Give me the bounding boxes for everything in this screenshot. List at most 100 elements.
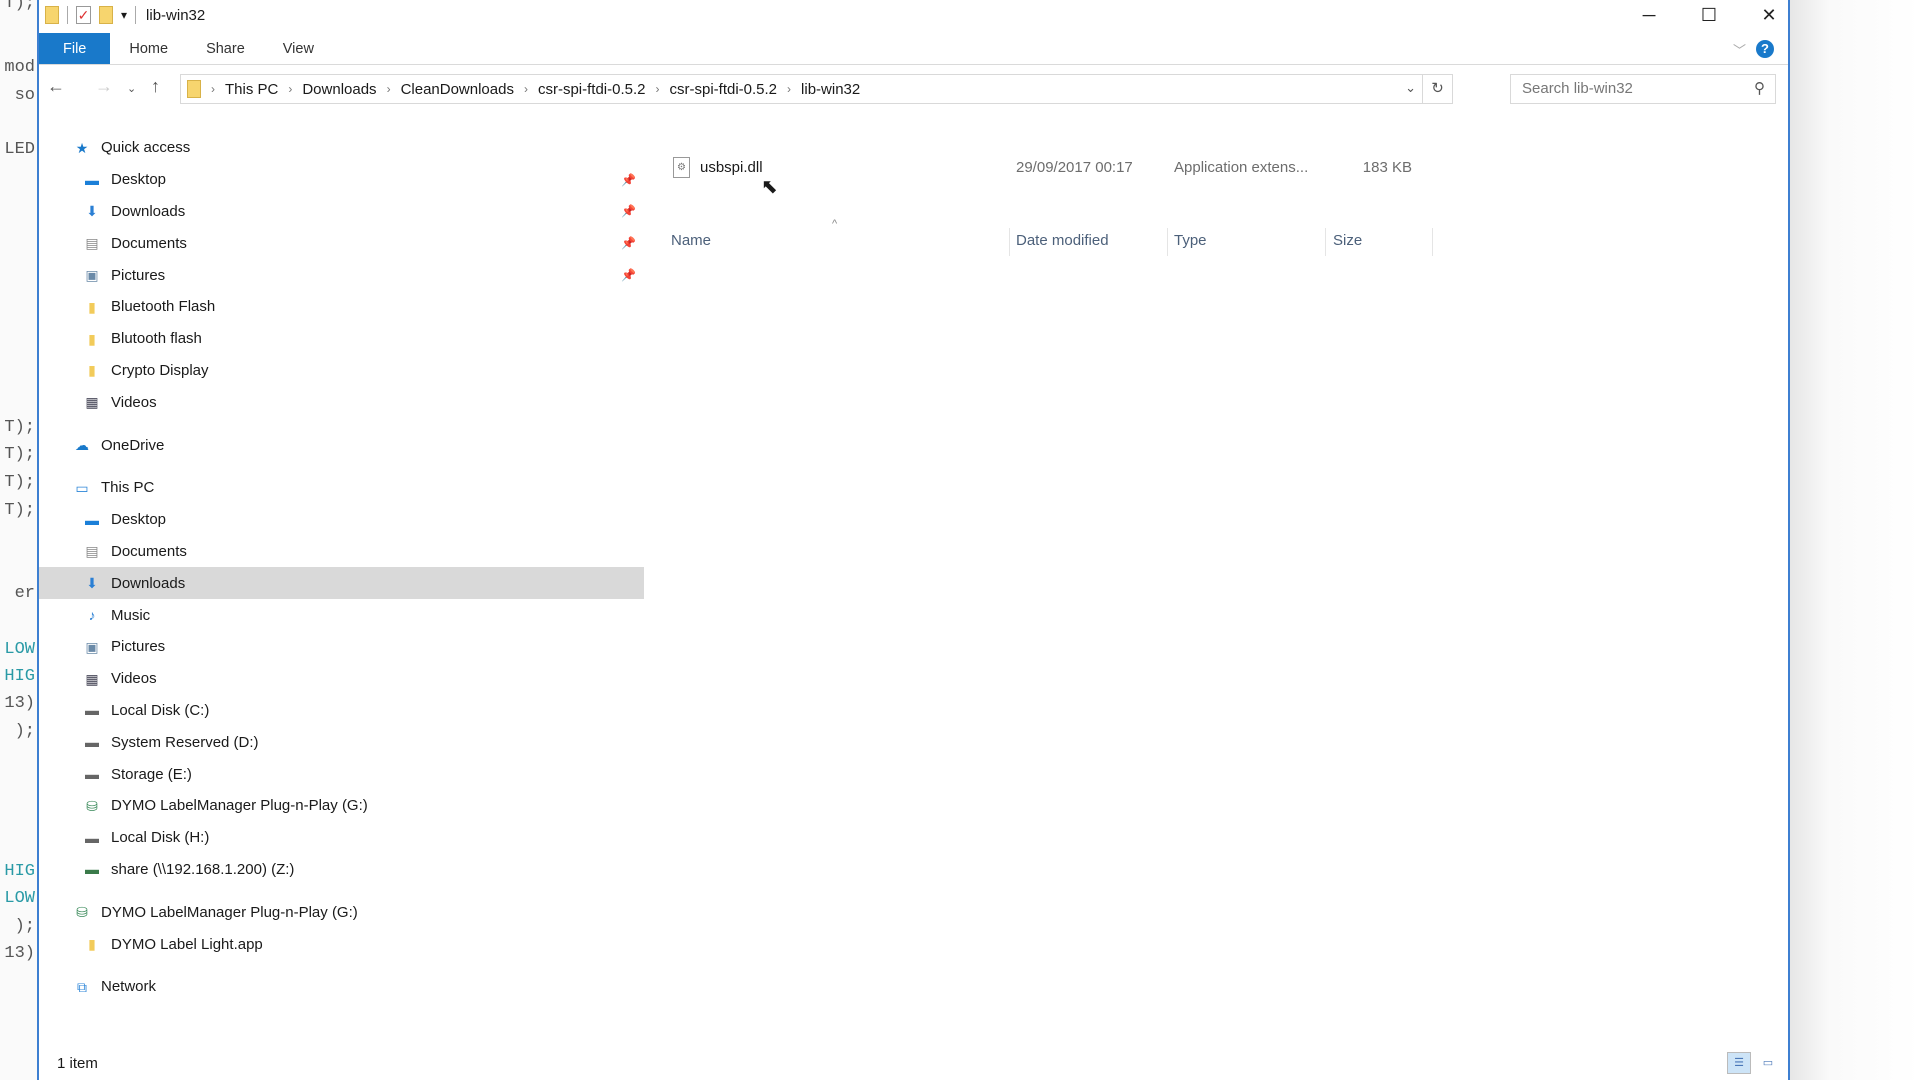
crumb[interactable]: CleanDownloads — [401, 81, 514, 98]
sidebar-item-label: Documents — [111, 542, 187, 560]
tab-view[interactable]: View — [264, 33, 333, 64]
maximize-button[interactable]: ☐ — [1679, 0, 1739, 30]
navigation-pane: ★ Quick access ▬ Desktop 📌 ⬇ Downloads 📌 ▤ Docume… — [39, 132, 644, 1003]
expand-ribbon-icon[interactable]: ﹀ — [1733, 40, 1746, 59]
code-line: er — [14, 584, 35, 603]
tab-home[interactable]: Home — [110, 33, 187, 64]
sidebar-item[interactable]: ▬ Local Disk (C:) — [39, 695, 644, 727]
sidebar-item[interactable]: ▬ Local Disk (H:) — [39, 822, 644, 854]
breadcrumb: › This PC › Downloads › CleanDownloads › cs… — [181, 80, 860, 98]
code-line: so — [14, 86, 35, 105]
address-bar[interactable]: › This PC › Downloads › CleanDownloads › cs… — [180, 74, 1453, 104]
sidebar-item[interactable]: ⛁ DYMO LabelManager Plug-n-Play (G:) — [39, 790, 644, 822]
sidebar-item[interactable]: ▮ Crypto Display — [39, 355, 644, 387]
column-headers: ^ Name Date modified Type Size — [644, 218, 1788, 258]
pin-icon[interactable]: 📌 — [621, 268, 636, 282]
sidebar-item[interactable]: ▮ DYMO Label Light.app — [39, 928, 644, 960]
sidebar-item[interactable]: ⬇ Downloads — [39, 567, 644, 600]
code-line: 13) — [4, 944, 35, 963]
sidebar-item[interactable]: ▣ Pictures 📌 — [39, 259, 644, 291]
sidebar-item[interactable]: ☁ OneDrive — [39, 429, 644, 461]
code-line: ); — [14, 722, 35, 741]
sidebar-item[interactable]: ▬ Desktop — [39, 504, 644, 536]
help-icon[interactable]: ? — [1756, 40, 1774, 58]
background-code-editor: T); T); T); T); er LOW HIG 13)); HIG LOW); 13) mod s… — [0, 0, 37, 1080]
download-icon: ⬇ — [86, 203, 98, 220]
pin-icon[interactable]: 📌 — [621, 204, 636, 218]
network-icon: ⧉ — [77, 978, 87, 995]
new-folder-icon[interactable] — [99, 6, 113, 24]
title-bar: ✓ ▾ lib-win32 ─ ☐ ✕ — [39, 0, 1788, 30]
minimize-button[interactable]: ─ — [1619, 0, 1679, 30]
details-view-button[interactable]: ☰ — [1727, 1052, 1751, 1074]
large-icons-view-button[interactable]: ▭ — [1756, 1052, 1780, 1074]
videos-icon: ▦ — [85, 670, 99, 687]
crumb[interactable]: csr-spi-ftdi-0.5.2 — [538, 81, 646, 98]
recent-locations-icon[interactable]: ⌄ — [127, 82, 136, 95]
code-line: T); — [4, 418, 35, 437]
search-input[interactable]: Search lib-win32 ⚲ — [1510, 74, 1776, 104]
tab-share[interactable]: Share — [187, 33, 264, 64]
folder-icon: ▮ — [88, 362, 96, 379]
sidebar-item[interactable]: ▤ Documents — [39, 536, 644, 568]
pin-icon[interactable]: 📌 — [621, 173, 636, 187]
sidebar-item-label: Desktop — [111, 511, 167, 529]
sidebar-item[interactable]: ♪ Music — [39, 599, 644, 631]
file-explorer-window: ✓ ▾ lib-win32 ─ ☐ ✕ File Home Share View… — [37, 0, 1790, 1080]
sidebar-item[interactable]: ▭ This PC — [39, 472, 644, 504]
column-name[interactable]: Name — [671, 224, 711, 258]
up-arrow-icon[interactable]: ↑ — [151, 76, 160, 97]
back-arrow-icon[interactable]: ← — [47, 76, 65, 97]
sidebar-item-label: Bluetooth Flash — [111, 298, 216, 316]
sidebar-item[interactable]: ▮ Blutooth flash — [39, 323, 644, 355]
pin-icon[interactable]: 📌 — [621, 236, 636, 250]
sidebar-item-label: Downloads — [111, 202, 186, 220]
close-button[interactable]: ✕ — [1739, 0, 1799, 30]
code-line: mod — [4, 58, 35, 77]
sidebar-item-label: Documents — [111, 234, 187, 252]
code-line: ); — [14, 917, 35, 936]
computer-icon: ▭ — [75, 479, 89, 496]
sidebar-item[interactable]: ▮ Bluetooth Flash — [39, 291, 644, 323]
sidebar-item-label: DYMO LabelManager Plug-n-Play (G:) — [111, 797, 368, 815]
crumb[interactable]: This PC — [225, 81, 278, 98]
folder-icon: ▮ — [88, 936, 96, 953]
sidebar-item[interactable]: ▣ Pictures — [39, 631, 644, 663]
file-name[interactable]: usbspi.dll — [700, 155, 763, 181]
properties-icon[interactable]: ✓ — [76, 6, 91, 24]
sidebar-item[interactable]: ⛁ DYMO LabelManager Plug-n-Play (G:) — [39, 896, 644, 928]
crumb[interactable]: lib-win32 — [801, 81, 860, 98]
column-type[interactable]: Type — [1174, 224, 1207, 258]
column-size[interactable]: Size — [1333, 224, 1362, 258]
sidebar-item[interactable]: ▤ Documents 📌 — [39, 227, 644, 259]
code-line: LOW — [4, 889, 35, 908]
sidebar-item[interactable]: ▬ Desktop 📌 — [39, 164, 644, 196]
sidebar-item[interactable]: ⬇ Downloads 📌 — [39, 196, 644, 228]
sidebar-item[interactable]: ▬ share (\\192.168.1.200) (Z:) — [39, 854, 644, 886]
sidebar-item[interactable]: ▬ System Reserved (D:) — [39, 726, 644, 758]
chevron-down-icon[interactable]: ⌄ — [1405, 80, 1416, 96]
sidebar-item-label: Pictures — [111, 266, 166, 284]
sidebar-item-label: DYMO LabelManager Plug-n-Play (G:) — [101, 903, 358, 921]
sidebar-item[interactable]: ▦ Videos — [39, 386, 644, 418]
tab-file[interactable]: File — [39, 33, 111, 64]
sidebar-item[interactable]: ▬ Storage (E:) — [39, 758, 644, 790]
sidebar-item[interactable]: ⧉ Network — [39, 971, 644, 1003]
cloud-icon: ☁ — [75, 437, 89, 454]
sidebar-item[interactable]: ★ Quick access — [39, 132, 644, 164]
column-date-modified[interactable]: Date modified — [1016, 224, 1109, 258]
sidebar-item-label: Crypto Display — [111, 361, 209, 379]
customize-quick-access-icon[interactable]: ▾ — [121, 8, 127, 22]
file-row[interactable]: ⚙ usbspi.dll 29/09/2017 00:17 Applicatio… — [644, 155, 1788, 181]
file-size: 183 KB — [1362, 159, 1412, 176]
refresh-icon[interactable]: ↻ — [1422, 75, 1452, 103]
forward-arrow-icon[interactable]: → — [95, 76, 113, 97]
mouse-cursor-icon: ⬉ — [761, 176, 778, 198]
crumb[interactable]: csr-spi-ftdi-0.5.2 — [670, 81, 778, 98]
window-title: lib-win32 — [146, 6, 206, 24]
sidebar-item-label: This PC — [101, 479, 155, 497]
documents-icon: ▤ — [85, 235, 99, 252]
sidebar-item[interactable]: ▦ Videos — [39, 663, 644, 695]
drive-icon: ▬ — [85, 702, 99, 719]
crumb[interactable]: Downloads — [302, 81, 376, 98]
